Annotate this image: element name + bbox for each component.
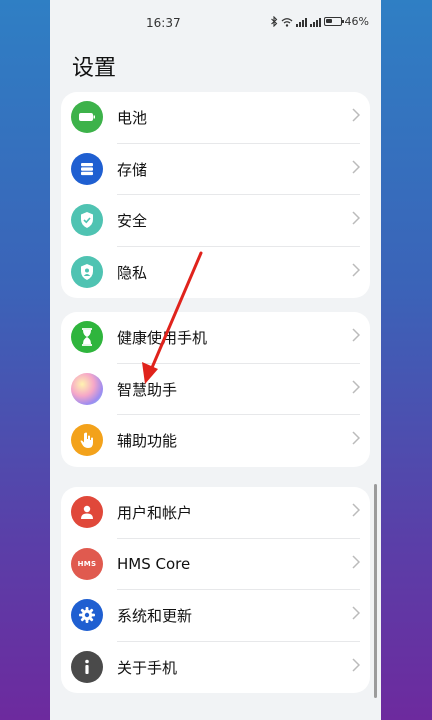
chevron-right-icon <box>352 554 360 569</box>
settings-item-label: 智慧助手 <box>117 380 178 399</box>
chevron-right-icon <box>352 108 360 122</box>
settings-item-label: 关于手机 <box>117 658 178 677</box>
hand-icon <box>71 424 103 456</box>
hms-icon: HMS <box>71 547 103 580</box>
chevron-right-icon <box>352 431 360 445</box>
privacy-shield-icon <box>71 255 103 288</box>
settings-item-label: 电池 <box>117 109 148 128</box>
settings-item-storage[interactable]: 存储 <box>61 144 370 195</box>
settings-item-battery[interactable]: 电池 <box>61 92 370 144</box>
wifi-icon <box>281 17 292 27</box>
settings-group-2: 健康使用手机 智慧助手 辅助功能 <box>61 312 370 467</box>
chevron-right-icon <box>352 328 360 342</box>
settings-item-security[interactable]: 安全 <box>61 195 370 247</box>
scrollbar[interactable] <box>374 484 377 698</box>
chevron-right-icon <box>352 657 360 672</box>
settings-item-hms-core[interactable]: HMS HMS Core <box>61 539 370 590</box>
settings-item-smart-assistant[interactable]: 智慧助手 <box>61 364 370 415</box>
user-icon <box>71 496 103 528</box>
battery-icon <box>71 101 103 133</box>
signal-icon-1 <box>295 17 307 27</box>
settings-item-label: 隐私 <box>117 263 148 282</box>
info-icon <box>71 650 103 683</box>
chevron-right-icon <box>352 503 360 517</box>
phone-screen: 16:37 46% 设置 电池 存储 安全 隐私 健康使用手机 智慧助手 辅助功… <box>50 0 381 720</box>
chevron-right-icon <box>352 606 360 620</box>
chevron-right-icon <box>352 379 360 394</box>
settings-item-system-update[interactable]: 系统和更新 <box>61 590 370 642</box>
settings-item-label: 系统和更新 <box>117 607 193 626</box>
storage-icon <box>71 152 103 185</box>
status-time: 16:37 <box>146 16 181 30</box>
settings-item-label: 存储 <box>117 160 148 179</box>
settings-item-privacy[interactable]: 隐私 <box>61 247 370 299</box>
settings-item-about-phone[interactable]: 关于手机 <box>61 642 370 694</box>
shield-check-icon <box>71 204 103 236</box>
settings-item-label: HMS Core <box>117 555 191 574</box>
settings-group-3: 用户和帐户 HMS HMS Core 系统和更新 关于手机 <box>61 487 370 693</box>
battery-percent: 46% <box>344 15 369 28</box>
settings-item-users-accounts[interactable]: 用户和帐户 <box>61 487 370 539</box>
chevron-right-icon <box>352 159 360 174</box>
settings-group-1: 电池 存储 安全 隐私 <box>61 92 370 298</box>
settings-item-label: 健康使用手机 <box>117 329 208 348</box>
status-icons: 46% <box>270 15 369 28</box>
chevron-right-icon <box>352 211 360 225</box>
chevron-right-icon <box>352 262 360 277</box>
battery-status-icon <box>323 17 344 26</box>
assistant-orb-icon <box>71 372 103 405</box>
signal-icon-2 <box>309 17 321 27</box>
bluetooth-icon <box>270 16 277 27</box>
settings-item-label: 安全 <box>117 212 148 231</box>
settings-item-digital-balance[interactable]: 健康使用手机 <box>61 312 370 364</box>
status-bar: 16:37 46% <box>50 0 381 46</box>
hourglass-icon <box>71 321 103 353</box>
settings-item-label: 辅助功能 <box>117 432 178 451</box>
page-title: 设置 <box>72 56 117 81</box>
settings-item-accessibility[interactable]: 辅助功能 <box>61 415 370 467</box>
gear-icon <box>71 599 103 631</box>
settings-item-label: 用户和帐户 <box>117 504 193 523</box>
